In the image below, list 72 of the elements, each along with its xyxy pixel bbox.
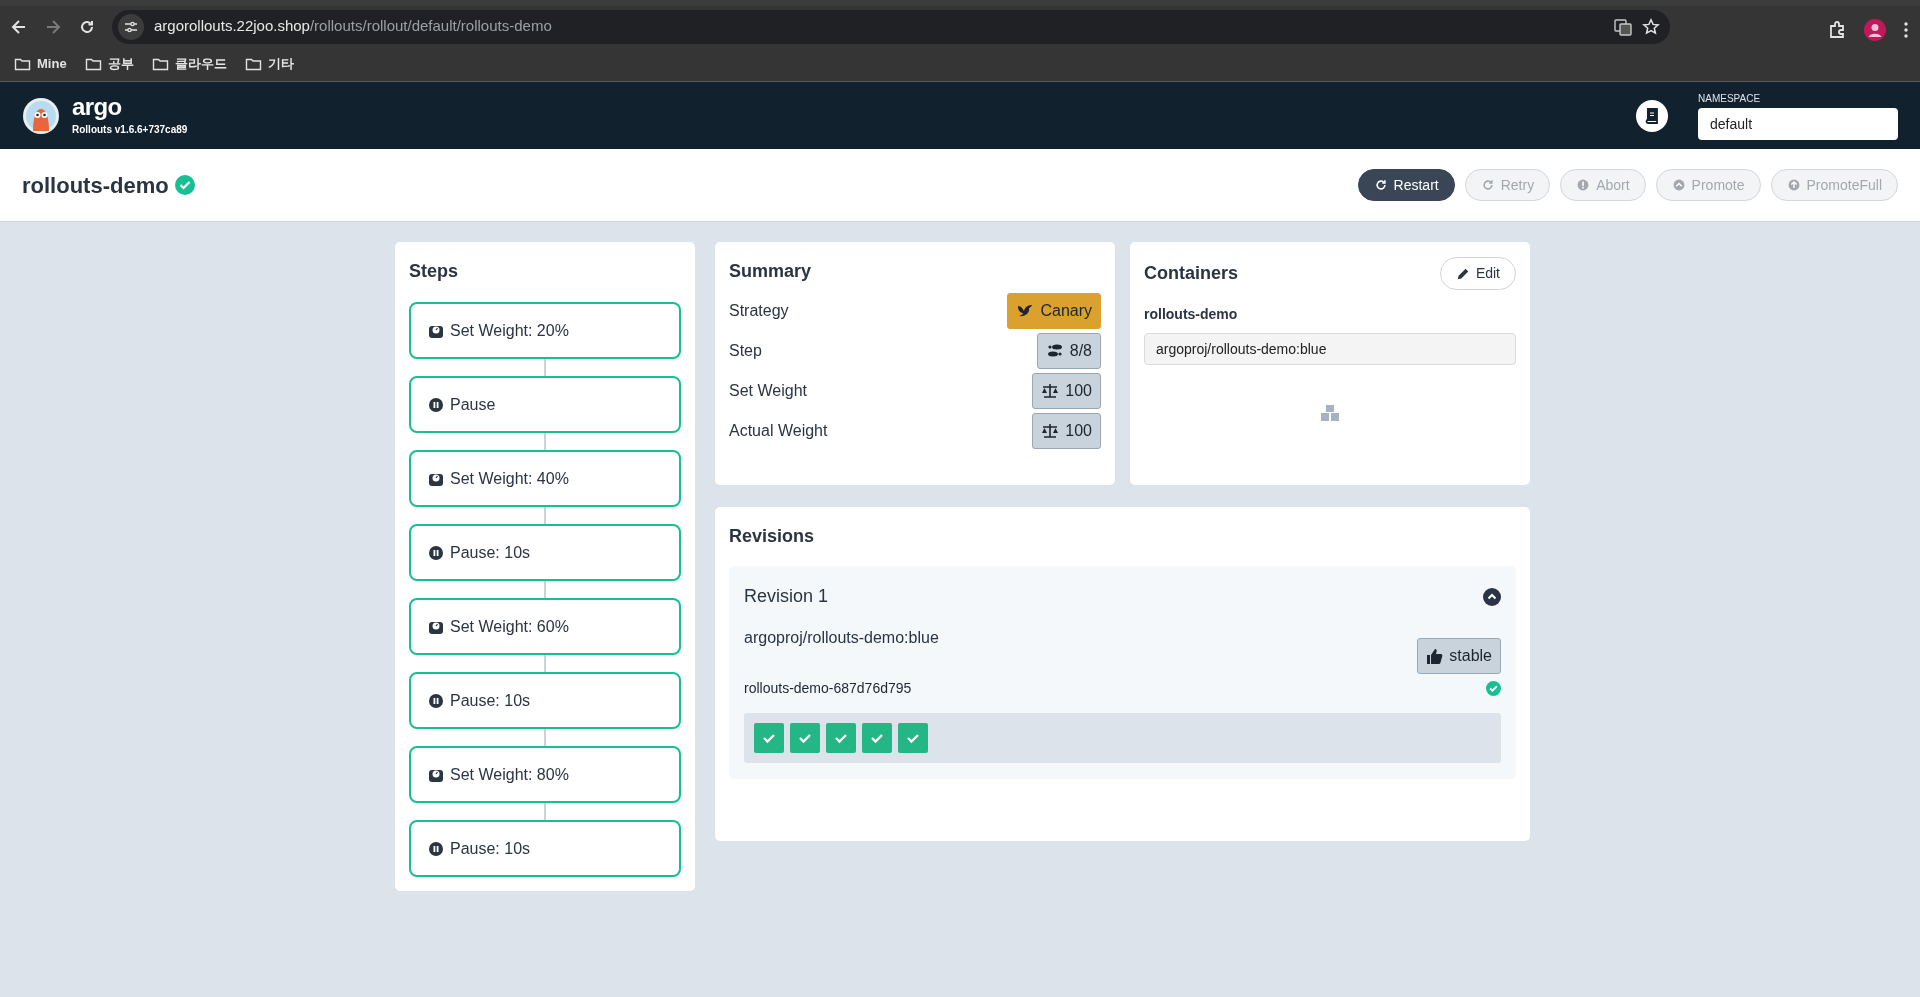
scale-icon bbox=[1041, 422, 1060, 440]
step-item[interactable]: Pause: 10s bbox=[409, 820, 681, 877]
stable-badge: stable bbox=[1417, 638, 1501, 674]
step-label: Set Weight: 40% bbox=[450, 468, 569, 489]
bookmark-folder[interactable]: 기타 bbox=[244, 54, 294, 74]
summary-label: Actual Weight bbox=[729, 421, 828, 441]
chevron-up-icon bbox=[1671, 178, 1686, 192]
step-badge: 8/8 bbox=[1036, 333, 1101, 369]
thumbs-up-icon bbox=[1426, 647, 1444, 665]
step-label: Set Weight: 80% bbox=[450, 764, 569, 785]
summary-label: Set Weight bbox=[729, 381, 807, 401]
book-icon[interactable] bbox=[1636, 99, 1668, 132]
profile-avatar-icon[interactable] bbox=[1864, 19, 1886, 41]
menu-icon[interactable] bbox=[1904, 22, 1908, 38]
step-item[interactable]: Set Weight: 80% bbox=[409, 746, 681, 803]
weight-badge: 100 bbox=[1032, 373, 1101, 409]
step-item[interactable]: Pause bbox=[409, 376, 681, 433]
summary-label: Step bbox=[729, 341, 762, 361]
card-title: Steps bbox=[409, 260, 460, 283]
card-title: Revisions bbox=[729, 525, 816, 548]
step-label: Set Weight: 20% bbox=[450, 320, 569, 341]
step-label: Pause: 10s bbox=[450, 542, 531, 563]
translate-icon[interactable] bbox=[1614, 17, 1632, 36]
replicaset-name: rollouts-demo-687d76d795 bbox=[744, 679, 912, 698]
site-settings-icon[interactable] bbox=[118, 13, 144, 40]
bookmark-folder[interactable]: 클라우드 bbox=[151, 54, 227, 74]
image-field[interactable]: argoproj/rollouts-demo:blue bbox=[1144, 333, 1516, 365]
edit-button[interactable]: Edit bbox=[1439, 257, 1516, 290]
namespace-label: NAMESPACE bbox=[1698, 92, 1762, 106]
bookmark-folder[interactable]: 공부 bbox=[84, 54, 134, 74]
arrow-up-icon bbox=[1786, 178, 1801, 192]
pause-icon bbox=[428, 544, 444, 561]
boxes-icon bbox=[1320, 404, 1340, 422]
step-label: Pause: 10s bbox=[450, 690, 531, 711]
card-title: Summary bbox=[729, 260, 813, 283]
step-label: Pause: 10s bbox=[450, 838, 531, 859]
address-bar[interactable]: argorollouts.22joo.shop/rollouts/rollout/default/rollouts-demo bbox=[112, 9, 1670, 44]
strategy-badge: Canary bbox=[1007, 293, 1101, 329]
step-item[interactable]: Set Weight: 40% bbox=[409, 450, 681, 507]
pause-icon bbox=[428, 840, 444, 857]
url-text: argorollouts.22joo.shop/rollouts/rollout/default/rollouts-demo bbox=[154, 16, 552, 37]
app-logo-text: argo bbox=[72, 94, 123, 119]
octopus-logo-icon bbox=[22, 96, 60, 135]
step-label: Pause bbox=[450, 394, 496, 415]
step-item[interactable]: Set Weight: 20% bbox=[409, 302, 681, 359]
exclamation-icon bbox=[1576, 178, 1591, 192]
step-item[interactable]: Pause: 10s bbox=[409, 524, 681, 581]
refresh-icon bbox=[1480, 178, 1495, 192]
weight-badge: 100 bbox=[1032, 413, 1101, 449]
rollout-name: rollouts-demo bbox=[22, 171, 169, 200]
back-icon[interactable] bbox=[10, 17, 28, 36]
namespace-field[interactable]: default bbox=[1698, 108, 1898, 140]
step-item[interactable]: Pause: 10s bbox=[409, 672, 681, 729]
pause-icon bbox=[428, 396, 444, 413]
revision-image-text: argoproj/rollouts-demo:blue bbox=[744, 628, 939, 648]
container-name: rollouts-demo bbox=[1144, 305, 1239, 324]
card-title: Containers bbox=[1144, 262, 1239, 285]
step-label: Set Weight: 60% bbox=[450, 616, 569, 637]
scale-icon bbox=[1041, 382, 1060, 400]
puzzle-icon[interactable] bbox=[1828, 21, 1846, 39]
step-item[interactable]: Set Weight: 60% bbox=[409, 598, 681, 655]
star-icon[interactable] bbox=[1642, 17, 1660, 36]
refresh-icon bbox=[1373, 178, 1388, 192]
collapse-icon[interactable] bbox=[1483, 587, 1501, 606]
forward-icon[interactable] bbox=[44, 17, 62, 36]
version-text: Rollouts v1.6.6+737ca89 bbox=[72, 122, 188, 137]
pause-icon bbox=[428, 692, 444, 709]
pencil-icon bbox=[1455, 266, 1470, 281]
bookmark-folder[interactable]: Mine bbox=[14, 54, 67, 74]
revision-title: Revision 1 bbox=[744, 585, 829, 608]
summary-label: Strategy bbox=[729, 301, 789, 321]
restart-button[interactable]: Restart bbox=[1357, 169, 1455, 201]
